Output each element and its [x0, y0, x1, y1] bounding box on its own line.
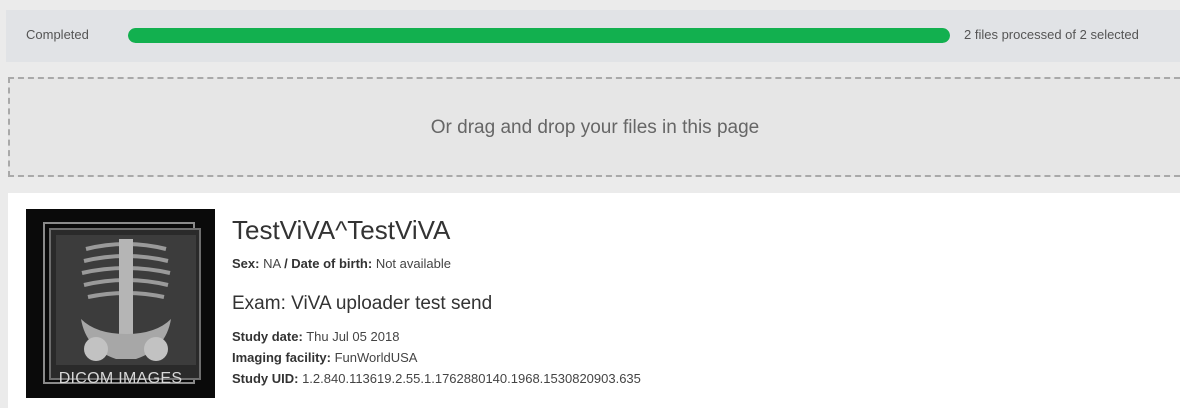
drop-zone-text: Or drag and drop your files in this page: [430, 117, 760, 138]
study-uid-value: 1.2.840.113619.2.55.1.1762880140.1968.15…: [302, 371, 641, 386]
study-uid-label: Study UID:: [232, 371, 299, 386]
facility-label: Imaging facility:: [232, 350, 331, 365]
thumbnail-label: DICOM IMAGES: [58, 370, 183, 387]
facility-value: FunWorldUSA: [334, 350, 418, 365]
upload-progress-bar: [128, 28, 950, 43]
study-uid-row: Study UID: 1.2.840.113619.2.55.1.1762880…: [232, 371, 641, 386]
upload-progress-fill: [128, 28, 950, 43]
study-date-row: Study date: Thu Jul 05 2018: [232, 329, 399, 344]
upload-progress-row: Completed 2 files processed of 2 selecte…: [6, 10, 1180, 62]
upload-status-label: Completed: [26, 27, 89, 42]
exam-title: Exam: ViVA uploader test send: [232, 293, 493, 314]
facility-row: Imaging facility: FunWorldUSA: [232, 350, 417, 365]
dob-value: Not available: [375, 256, 451, 271]
dicom-thumbnail[interactable]: DICOM IMAGES: [26, 209, 215, 398]
dob-label: Date of birth:: [291, 256, 373, 271]
study-card: DICOM IMAGES TestViVA^TestViVA Sex: NA /…: [8, 193, 1180, 408]
sex-value: NA: [263, 256, 281, 271]
study-date-value: Thu Jul 05 2018: [306, 329, 400, 344]
patient-demographics: Sex: NA / Date of birth: Not available: [232, 256, 451, 271]
files-processed-text: 2 files processed of 2 selected: [964, 27, 1139, 42]
patient-name: TestViVA^TestViVA: [232, 215, 451, 245]
file-drop-zone[interactable]: Or drag and drop your files in this page: [8, 77, 1180, 177]
sex-label: Sex:: [232, 256, 260, 271]
study-date-label: Study date:: [232, 329, 303, 344]
